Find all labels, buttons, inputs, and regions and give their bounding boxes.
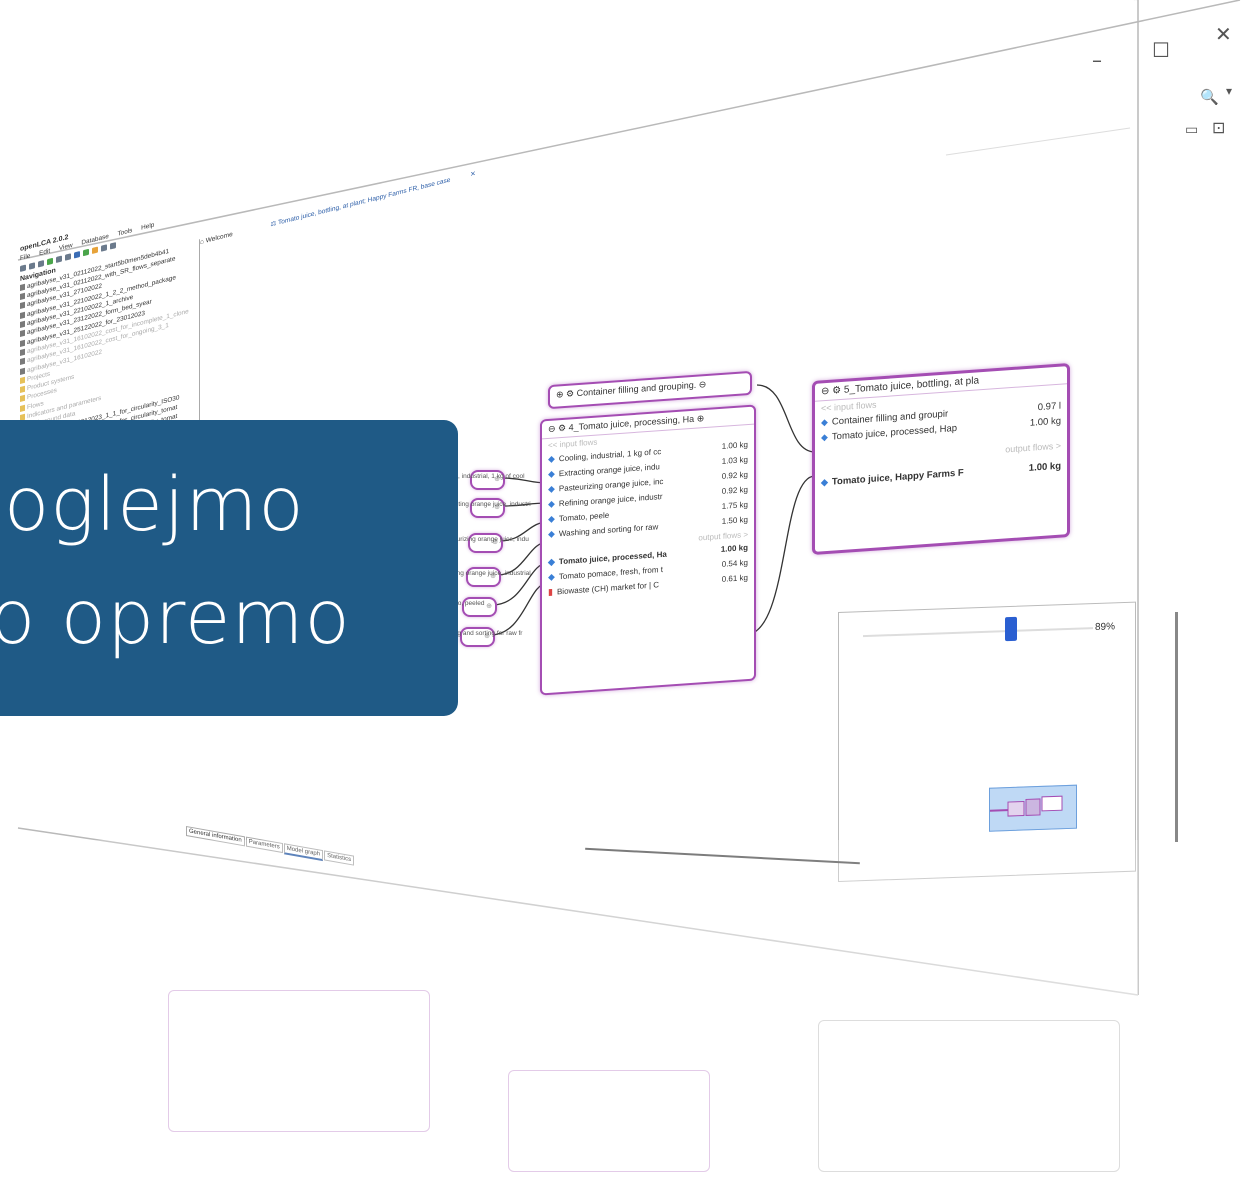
folder-icon <box>20 395 25 403</box>
flow-icon: ◆ <box>548 513 555 524</box>
database-icon <box>20 283 25 291</box>
flow-amount: 0.97 l <box>1037 400 1061 414</box>
database-icon <box>20 311 25 319</box>
database-icon <box>20 348 25 356</box>
flow-amount: 1.03 kg <box>721 455 748 466</box>
waste-flow-icon: ▮ <box>548 586 553 597</box>
menu-edit[interactable]: Edit <box>39 248 50 258</box>
banner-line-1: oglejmo <box>4 462 305 548</box>
menu-file[interactable]: File <box>20 253 30 263</box>
flow-amount: 1.00 kg <box>1028 460 1061 474</box>
zoom-slider-thumb[interactable] <box>1005 616 1017 642</box>
tab-parameters[interactable]: Parameters <box>245 836 283 854</box>
database-icon <box>20 320 25 329</box>
refresh-icon[interactable] <box>47 257 53 265</box>
collapse-icon[interactable]: ⊖ <box>548 423 556 434</box>
layout-icon[interactable] <box>101 243 107 252</box>
flow-icon: ◆ <box>548 453 555 464</box>
flow-icon: ◆ <box>821 431 828 443</box>
flow-icon: ◆ <box>548 556 555 567</box>
search-dropdown-icon[interactable]: ▾ <box>1226 84 1232 98</box>
outline-viewport[interactable] <box>980 784 1077 832</box>
reflection-shape <box>508 1070 710 1172</box>
zoom-value: 89% <box>1095 621 1116 634</box>
database-icon <box>20 302 25 310</box>
flow-amount: 1.50 kg <box>721 515 748 526</box>
flow-amount: 0.54 kg <box>721 558 748 569</box>
banner-line-2: o opremo <box>0 575 351 661</box>
reflection <box>18 840 1138 1177</box>
database-icon <box>20 367 25 375</box>
editor-bottom-tabs: General informationParametersModel graph… <box>186 826 446 886</box>
flow-amount: 1.00 kg <box>720 543 748 554</box>
search-icon[interactable]: 🔍 <box>1200 88 1219 106</box>
database-icon <box>20 358 25 366</box>
grid-icon[interactable] <box>110 241 116 250</box>
save-icon[interactable] <box>29 261 35 270</box>
expand-icon[interactable]: ⊕ <box>697 413 705 424</box>
outline-graph-icon <box>980 795 1063 817</box>
flow-amount: 0.61 kg <box>721 573 748 584</box>
close-button[interactable]: ✕ <box>1215 22 1232 46</box>
folder-icon <box>20 376 25 384</box>
edit-icon[interactable] <box>92 246 98 254</box>
minimize-view-icon[interactable]: ▭ <box>1185 122 1198 138</box>
reflection-shape <box>168 990 430 1132</box>
flow-icon: ◆ <box>821 476 828 488</box>
flow-icon: ◆ <box>548 468 555 479</box>
tab-statistics[interactable]: Statistics <box>324 850 355 866</box>
minimize-button[interactable]: – <box>1092 48 1102 72</box>
folder-icon <box>20 404 25 412</box>
database-icon <box>20 292 25 301</box>
vertical-scrollbar[interactable] <box>1175 612 1178 842</box>
scene: – ☐ ✕ 🔍 ▾ ▭ ⊡ openLCA 2.0.2 File Edit Vi… <box>0 0 1256 1177</box>
graph-node-processing[interactable]: ⊖ ⚙ 4_Tomato juice, processing, Ha ⊕ << … <box>540 404 756 696</box>
node-title: Container filling and grouping. <box>576 379 697 399</box>
flow-icon: ◆ <box>548 483 555 494</box>
maximize-view-icon[interactable]: ⊡ <box>1212 118 1225 137</box>
flow-amount: 1.00 kg <box>1029 415 1061 429</box>
collapse-icon[interactable]: ⊖ <box>699 379 707 390</box>
database-icon <box>20 339 25 347</box>
tab-model-graph[interactable]: Model graph <box>283 843 324 862</box>
zoom-track <box>863 627 1093 638</box>
maximize-button[interactable]: ☐ <box>1152 38 1170 62</box>
flow-name: Tomato juice, Happy Farms F <box>831 467 964 488</box>
reflection-shape <box>818 1020 1120 1172</box>
flow-icon: ◆ <box>821 416 828 428</box>
flow-name: Biowaste (CH) market for | C <box>556 580 660 597</box>
menu-view[interactable]: View <box>59 242 73 252</box>
close-tab-icon[interactable]: ✕ <box>470 170 475 178</box>
search-tool-icon[interactable] <box>56 255 62 263</box>
folder-icon <box>20 385 25 394</box>
flow-icon: ◆ <box>548 571 555 582</box>
database-icon[interactable] <box>74 250 80 259</box>
save-all-icon[interactable] <box>38 259 44 268</box>
expand-icon[interactable]: ⊕ <box>556 389 564 400</box>
graph-node-bottling[interactable]: ⊖ ⚙ 5_Tomato juice, bottling, at pla << … <box>812 362 1070 556</box>
flow-amount: 0.92 kg <box>721 485 748 496</box>
outline-panel: 89% <box>838 601 1136 882</box>
flow-icon: ◆ <box>548 498 555 509</box>
database-icon <box>20 330 25 338</box>
flow-icon: ◆ <box>548 528 555 539</box>
promo-banner: oglejmo o opremo <box>0 420 458 716</box>
menu-help[interactable]: Help <box>141 222 154 232</box>
collapse-icon[interactable]: ⊖ <box>821 386 829 398</box>
zoom-icon[interactable] <box>65 252 71 261</box>
horizontal-scrollbar[interactable] <box>585 847 860 865</box>
flow-amount: 0.92 kg <box>721 470 748 481</box>
menu-tools[interactable]: Tools <box>117 227 132 238</box>
home-icon[interactable] <box>20 264 26 272</box>
run-icon[interactable] <box>83 248 89 256</box>
flow-amount: 1.00 kg <box>721 440 748 451</box>
flow-name: Tomato, peele <box>558 510 610 524</box>
flow-amount: 1.75 kg <box>721 500 748 511</box>
